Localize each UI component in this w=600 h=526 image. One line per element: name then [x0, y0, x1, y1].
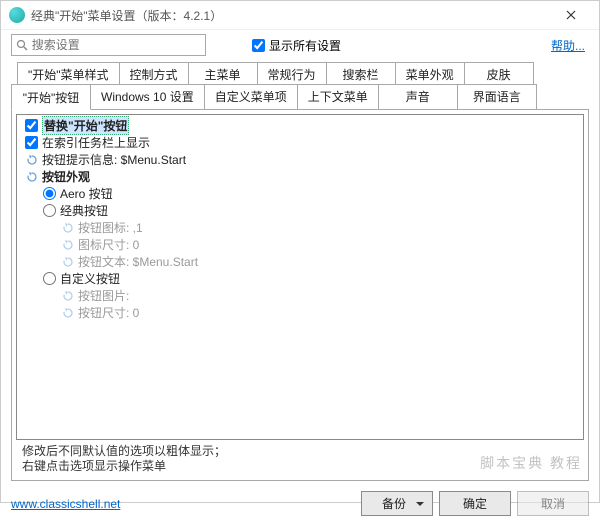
- tree-radio[interactable]: [43, 204, 56, 217]
- tree-row[interactable]: 经典按钮: [21, 202, 579, 219]
- tab[interactable]: "开始"菜单样式: [17, 62, 120, 85]
- backup-button[interactable]: 备份: [361, 491, 433, 516]
- reset-icon: [61, 238, 74, 251]
- tree-row: 图标尺寸: 0: [21, 236, 579, 253]
- tab[interactable]: 控制方式: [119, 62, 189, 85]
- tree-check[interactable]: [25, 119, 38, 132]
- tree-row[interactable]: 替换"开始"按钮: [21, 117, 579, 134]
- tree-check[interactable]: [25, 136, 38, 149]
- reset-icon: [61, 306, 74, 319]
- show-all-checkbox[interactable]: 显示所有设置: [252, 37, 341, 54]
- tree-row: 按钮尺寸: 0: [21, 304, 579, 321]
- tree-row: 按钮图标: ,1: [21, 219, 579, 236]
- tab-panel: 替换"开始"按钮在索引任务栏上显示按钮提示信息: $Menu.Start按钮外观…: [11, 109, 589, 481]
- tab[interactable]: "开始"按钮: [11, 84, 91, 110]
- tab[interactable]: 声音: [378, 84, 458, 109]
- tree-label: 按钮尺寸: 0: [78, 304, 139, 321]
- close-icon: [566, 10, 576, 20]
- help-link[interactable]: 帮助...: [551, 37, 589, 54]
- tree-label: 按钮图标: ,1: [78, 219, 143, 236]
- tree-row: 按钮文本: $Menu.Start: [21, 253, 579, 270]
- website-link[interactable]: www.classicshell.net: [11, 497, 120, 511]
- tree-label: 按钮文本: $Menu.Start: [78, 253, 198, 270]
- tab[interactable]: Windows 10 设置: [90, 84, 205, 109]
- tree-row[interactable]: 在索引任务栏上显示: [21, 134, 579, 151]
- search-wrap: [11, 34, 206, 56]
- hint-text: 修改后不同默认值的选项以粗体显示； 右键点击选项显示操作菜单: [22, 444, 578, 474]
- tab-row-1: "开始"菜单样式控制方式主菜单常规行为搜索栏菜单外观皮肤: [17, 62, 589, 85]
- tab[interactable]: 界面语言: [457, 84, 537, 109]
- search-input[interactable]: [32, 35, 205, 55]
- tab[interactable]: 菜单外观: [395, 62, 465, 85]
- tree-radio[interactable]: [43, 187, 56, 200]
- tree-label: Aero 按钮: [60, 185, 113, 202]
- reset-icon: [61, 221, 74, 234]
- tab[interactable]: 搜索栏: [326, 62, 396, 85]
- cancel-button[interactable]: 取消: [517, 491, 589, 516]
- tree-label: 按钮图片:: [78, 287, 129, 304]
- tree-label: 替换"开始"按钮: [42, 116, 129, 135]
- top-row: 显示所有设置 帮助...: [1, 30, 599, 62]
- tree-row[interactable]: Aero 按钮: [21, 185, 579, 202]
- show-all-label: 显示所有设置: [269, 37, 341, 54]
- reset-icon: [61, 289, 74, 302]
- tree-row: 按钮图片:: [21, 287, 579, 304]
- tree-radio[interactable]: [43, 272, 56, 285]
- tree-label: 在索引任务栏上显示: [42, 134, 150, 151]
- close-button[interactable]: [551, 1, 591, 29]
- tree-label: 按钮提示信息: $Menu.Start: [42, 151, 186, 168]
- app-icon: [9, 7, 25, 23]
- tree-label: 经典按钮: [60, 202, 108, 219]
- options-tree[interactable]: 替换"开始"按钮在索引任务栏上显示按钮提示信息: $Menu.Start按钮外观…: [16, 114, 584, 440]
- tree-row[interactable]: 按钮外观: [21, 168, 579, 185]
- window-title: 经典"开始"菜单设置（版本：4.2.1）: [31, 7, 551, 24]
- tab-container: "开始"菜单样式控制方式主菜单常规行为搜索栏菜单外观皮肤 "开始"按钮Windo…: [1, 62, 599, 109]
- tab[interactable]: 自定义菜单项: [204, 84, 298, 109]
- tab[interactable]: 上下文菜单: [297, 84, 379, 109]
- hint-line-1: 修改后不同默认值的选项以粗体显示；: [22, 444, 578, 459]
- tree-row[interactable]: 自定义按钮: [21, 270, 579, 287]
- tree-label: 按钮外观: [42, 168, 90, 185]
- tab[interactable]: 皮肤: [464, 62, 534, 85]
- titlebar: 经典"开始"菜单设置（版本：4.2.1）: [1, 1, 599, 30]
- tree-row[interactable]: 按钮提示信息: $Menu.Start: [21, 151, 579, 168]
- tab-row-2: "开始"按钮Windows 10 设置自定义菜单项上下文菜单声音界面语言: [11, 84, 589, 109]
- show-all-check[interactable]: [252, 39, 265, 52]
- tree-label: 图标尺寸: 0: [78, 236, 139, 253]
- search-icon: [12, 39, 32, 51]
- tree-label: 自定义按钮: [60, 270, 120, 287]
- reset-icon: [25, 153, 38, 166]
- footer: www.classicshell.net 备份 确定 取消: [1, 487, 599, 526]
- tab[interactable]: 常规行为: [257, 62, 327, 85]
- hint-line-2: 右键点击选项显示操作菜单: [22, 459, 578, 474]
- tab[interactable]: 主菜单: [188, 62, 258, 85]
- ok-button[interactable]: 确定: [439, 491, 511, 516]
- reset-icon: [25, 170, 38, 183]
- reset-icon: [61, 255, 74, 268]
